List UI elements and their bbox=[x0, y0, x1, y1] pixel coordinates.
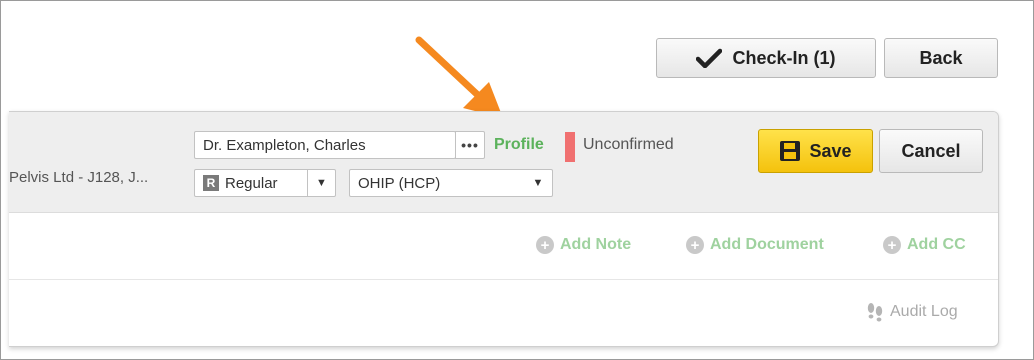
check-in-label: Check-In (1) bbox=[732, 47, 836, 68]
plus-circle-icon: + bbox=[883, 236, 901, 254]
regular-badge-icon: R bbox=[203, 175, 219, 191]
save-button[interactable]: Save bbox=[758, 129, 873, 173]
back-button[interactable]: Back bbox=[884, 38, 998, 78]
appointment-type-select[interactable]: R Regular ▼ bbox=[194, 169, 336, 197]
checkmark-icon bbox=[696, 48, 723, 68]
section-divider bbox=[9, 279, 998, 280]
clinic-text: Pelvis Ltd - J128, J... bbox=[9, 169, 149, 186]
appointment-type-value: Regular bbox=[225, 174, 278, 192]
appointment-header: Pelvis Ltd - J128, J... Dr. Exampleton, … bbox=[9, 112, 998, 213]
cancel-label: Cancel bbox=[901, 140, 961, 161]
audit-log-label: Audit Log bbox=[890, 303, 958, 320]
more-icon: ••• bbox=[461, 137, 479, 153]
payer-value: OHIP (HCP) bbox=[358, 174, 441, 192]
check-in-button[interactable]: Check-In (1) bbox=[656, 38, 876, 78]
doctor-value: Dr. Exampleton, Charles bbox=[203, 136, 366, 154]
add-note-link[interactable]: + Add Note bbox=[536, 236, 631, 254]
profile-link[interactable]: Profile bbox=[494, 136, 544, 154]
status-text: Unconfirmed bbox=[583, 136, 674, 153]
chevron-down-icon: ▼ bbox=[307, 170, 335, 196]
status-color-indicator bbox=[565, 132, 575, 162]
window-frame: Check-In (1) Back Pelvis Ltd - J128, J..… bbox=[0, 0, 1034, 360]
add-document-label: Add Document bbox=[710, 236, 824, 253]
payer-select[interactable]: OHIP (HCP) ▼ bbox=[349, 169, 553, 197]
appointment-card: Pelvis Ltd - J128, J... Dr. Exampleton, … bbox=[9, 111, 999, 347]
add-cc-link[interactable]: + Add CC bbox=[883, 236, 966, 254]
plus-circle-icon: + bbox=[536, 236, 554, 254]
back-label: Back bbox=[919, 47, 963, 68]
footprints-icon bbox=[867, 303, 883, 322]
plus-circle-icon: + bbox=[686, 236, 704, 254]
floppy-disk-icon bbox=[780, 141, 801, 161]
add-note-label: Add Note bbox=[560, 236, 632, 253]
audit-log-link[interactable]: Audit Log bbox=[866, 302, 958, 322]
chevron-down-icon: ▼ bbox=[532, 177, 544, 189]
cancel-button[interactable]: Cancel bbox=[879, 129, 983, 173]
add-document-link[interactable]: + Add Document bbox=[686, 236, 824, 254]
more-options-button[interactable]: ••• bbox=[455, 131, 485, 159]
doctor-field[interactable]: Dr. Exampleton, Charles bbox=[194, 131, 456, 159]
add-cc-label: Add CC bbox=[907, 236, 966, 253]
save-label: Save bbox=[809, 140, 852, 161]
